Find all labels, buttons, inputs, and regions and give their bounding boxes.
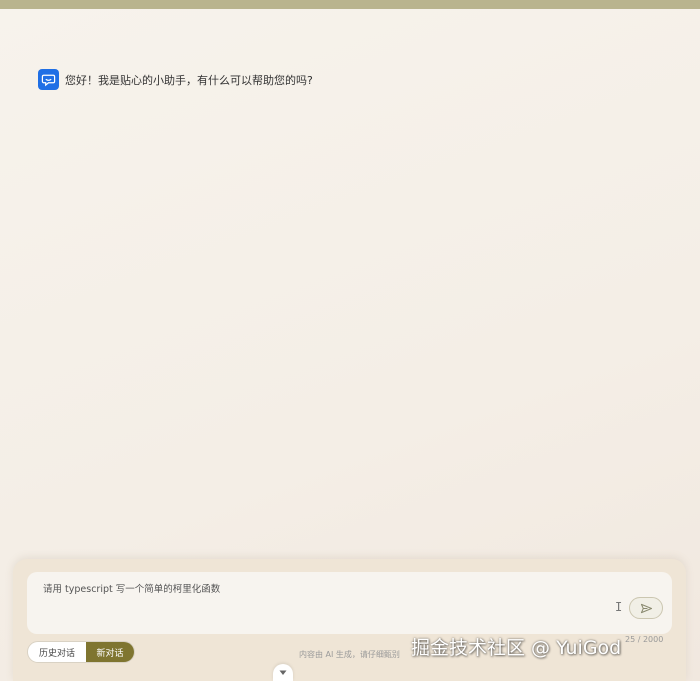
send-icon [640, 603, 652, 613]
chevron-down-icon [279, 670, 287, 675]
new-chat-button[interactable]: 新对话 [86, 642, 134, 662]
send-button[interactable] [629, 597, 663, 619]
top-bar [0, 0, 700, 9]
message-input[interactable]: 请用 typescript 写一个简单的柯里化函数 I 25 / 2000 [27, 572, 672, 644]
input-value[interactable]: 请用 typescript 写一个简单的柯里化函数 [43, 581, 220, 595]
chat-area: 您好！我是贴心的小助手，有什么可以帮助您的吗? [0, 9, 700, 557]
char-counter: 25 / 2000 [625, 635, 664, 644]
conversation-tabs: 历史对话 新对话 [27, 641, 135, 663]
history-button[interactable]: 历史对话 [28, 642, 86, 662]
ai-disclaimer: 内容由 AI 生成，请仔细甄别 [299, 650, 400, 659]
watermark: 掘金技术社区 @ YuiGod [411, 637, 622, 659]
assistant-message: 您好！我是贴心的小助手，有什么可以帮助您的吗? [38, 69, 313, 90]
text-cursor-icon: I [615, 600, 623, 614]
scroll-down-button[interactable] [273, 664, 293, 681]
message-text: 您好！我是贴心的小助手，有什么可以帮助您的吗? [65, 73, 313, 87]
composer-panel: 请用 typescript 写一个简单的柯里化函数 I 25 / 2000 历史… [13, 559, 686, 681]
chat-bubble-icon [38, 69, 59, 90]
